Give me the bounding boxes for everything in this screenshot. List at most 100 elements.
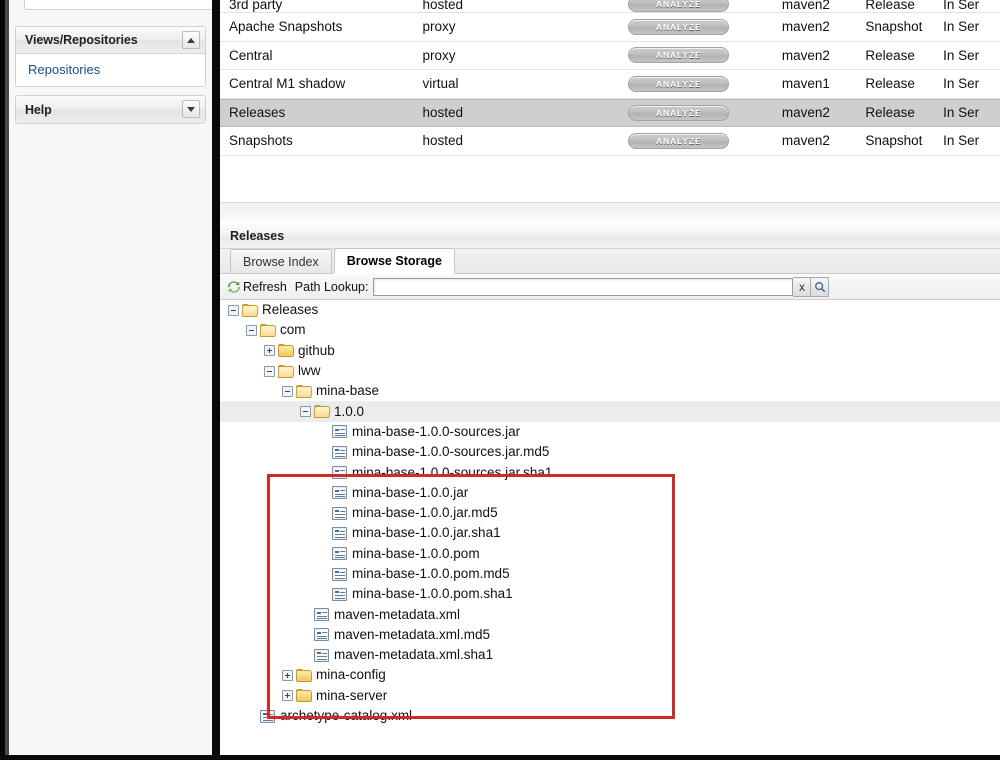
collapse-icon[interactable] xyxy=(282,385,293,397)
window-bottom-edge xyxy=(0,755,1000,760)
analyze-button[interactable]: ANALYZE xyxy=(628,104,730,121)
path-lookup-input[interactable] xyxy=(373,277,794,296)
views-repositories-header[interactable]: Views/Repositories xyxy=(16,27,205,54)
tree-node-label: mina-base-1.0.0-sources.jar.md5 xyxy=(352,444,550,460)
advanced-search-panel[interactable]: Advanced Search xyxy=(24,0,215,10)
views-repositories-panel: Views/Repositories Repositories xyxy=(15,26,206,87)
tree-node[interactable]: mina-base-1.0.0.jar.md5 xyxy=(220,503,1000,523)
analyze-button[interactable]: ANALYZE xyxy=(628,0,730,12)
repository-status-cell: In Ser xyxy=(943,76,980,92)
tab-browse-storage[interactable]: Browse Storage xyxy=(333,248,455,273)
file-icon xyxy=(332,526,347,540)
tree-node[interactable]: mina-base-1.0.0.jar xyxy=(220,483,1000,503)
folder-open-icon xyxy=(313,405,331,419)
refresh-label: Refresh xyxy=(243,279,287,294)
tree-node[interactable]: mina-base-1.0.0.pom xyxy=(220,544,1000,564)
collapse-icon[interactable] xyxy=(228,304,239,316)
repository-row[interactable]: Central proxy ANALYZE maven2 Release In Ser xyxy=(220,41,1000,70)
refresh-button[interactable]: Refresh xyxy=(227,280,287,294)
expand-icon[interactable] xyxy=(264,345,275,357)
collapse-icon[interactable] xyxy=(246,324,257,336)
repository-analyze-cell: ANALYZE xyxy=(628,0,782,12)
file-icon xyxy=(314,628,329,642)
clear-path-button[interactable]: x xyxy=(793,276,812,297)
tree-node[interactable]: Releases xyxy=(220,300,1000,320)
tree-node[interactable]: mina-base-1.0.0.jar.sha1 xyxy=(220,523,1000,543)
repository-row[interactable]: 3rd party hosted ANALYZE maven2 Release In Se… xyxy=(220,0,1000,13)
repository-name-cell: Central M1 shadow xyxy=(229,76,346,92)
tree-node[interactable]: mina-config xyxy=(220,665,1000,685)
tree-node-label: mina-base-1.0.0.jar.md5 xyxy=(352,505,498,521)
tree-node[interactable]: github xyxy=(220,341,1000,361)
tree-node-label: mina-base-1.0.0.pom xyxy=(352,545,480,561)
tree-node[interactable]: mina-base-1.0.0.pom.sha1 xyxy=(220,584,1000,604)
help-panel: Help xyxy=(15,95,206,124)
analyze-button[interactable]: ANALYZE xyxy=(628,47,730,64)
repository-type-cell: proxy xyxy=(422,47,456,63)
sidebar: Advanced Search Views/Repositories Repos… xyxy=(9,0,215,760)
file-icon xyxy=(332,486,347,500)
repository-status-cell: In Ser xyxy=(943,133,980,149)
tree-node-label: mina-base xyxy=(316,383,380,399)
chevron-down-icon[interactable] xyxy=(182,100,200,118)
repository-row[interactable]: Central M1 shadow virtual ANALYZE maven1 Rel… xyxy=(220,70,1000,99)
repository-policy-cell: Release xyxy=(865,47,915,63)
repository-name-cell: Central xyxy=(229,47,273,63)
tree-node[interactable]: mina-server xyxy=(220,686,1000,706)
chevron-up-icon[interactable] xyxy=(182,31,200,49)
repository-format-cell: maven2 xyxy=(781,0,830,12)
repository-format-cell: maven2 xyxy=(781,47,830,63)
repository-grid: 3rd party hosted ANALYZE maven2 Release In Se… xyxy=(220,0,1000,202)
tree-node[interactable]: archetype-catalog.xml xyxy=(220,706,1000,726)
tree-node[interactable]: maven-metadata.xml.md5 xyxy=(220,625,1000,645)
tree-node-label: mina-base-1.0.0.pom.sha1 xyxy=(352,586,513,602)
repository-row[interactable]: Apache Snapshots proxy ANALYZE maven2 Snapsh… xyxy=(220,13,1000,42)
tree-node[interactable]: mina-base-1.0.0-sources.jar xyxy=(220,422,1000,442)
collapse-icon[interactable] xyxy=(300,406,311,418)
repository-policy-cell: Release xyxy=(865,105,915,121)
tree-node[interactable]: maven-metadata.xml.sha1 xyxy=(220,645,1000,665)
tree-node-label: mina-base-1.0.0-sources.jar xyxy=(352,423,521,439)
help-header[interactable]: Help xyxy=(16,96,205,123)
main-content: 3rd party hosted ANALYZE maven2 Release In Se… xyxy=(220,0,1000,760)
repository-detail-panel: Releases Browse Index Browse Storage Refr… xyxy=(220,224,1000,755)
tree-node[interactable]: maven-metadata.xml xyxy=(220,604,1000,624)
folder-open-icon xyxy=(295,384,313,398)
tree-node[interactable]: mina-base-1.0.0-sources.jar.sha1 xyxy=(220,462,1000,482)
sidebar-item-repositories[interactable]: Repositories xyxy=(16,59,205,80)
repository-row[interactable]: Snapshots hosted ANALYZE maven2 Snapshot In S… xyxy=(220,127,1000,156)
repository-type-cell: virtual xyxy=(422,76,459,92)
file-icon xyxy=(314,608,329,622)
tree-node[interactable]: lww xyxy=(220,361,1000,381)
tree-node[interactable]: mina-base-1.0.0.pom.md5 xyxy=(220,564,1000,584)
analyze-button[interactable]: ANALYZE xyxy=(628,132,730,149)
expand-icon[interactable] xyxy=(282,690,293,702)
tree-node-label: archetype-catalog.xml xyxy=(280,708,413,724)
tree-node[interactable]: mina-base xyxy=(220,381,1000,401)
repository-name-cell: 3rd party xyxy=(229,0,283,12)
tree-node-label: mina-config xyxy=(316,667,386,683)
tree-node[interactable]: com xyxy=(220,320,1000,340)
analyze-button[interactable]: ANALYZE xyxy=(628,75,730,92)
tree-node-label: 1.0.0 xyxy=(334,403,365,419)
repository-row[interactable]: Releases hosted ANALYZE maven2 Release In Ser xyxy=(220,98,1000,127)
file-icon xyxy=(260,709,275,723)
path-lookup-label: Path Lookup: xyxy=(294,279,369,294)
magnifier-icon[interactable] xyxy=(811,276,830,297)
collapse-icon[interactable] xyxy=(264,365,275,377)
repository-name-cell: Apache Snapshots xyxy=(229,19,343,35)
tab-browse-index[interactable]: Browse Index xyxy=(230,249,332,273)
tree-node[interactable]: mina-base-1.0.0-sources.jar.md5 xyxy=(220,442,1000,462)
analyze-button[interactable]: ANALYZE xyxy=(628,18,730,35)
tree-node[interactable]: 1.0.0 xyxy=(220,401,1000,422)
repository-status-cell: In Ser xyxy=(943,47,980,63)
file-icon xyxy=(314,648,329,662)
expand-icon[interactable] xyxy=(282,669,293,681)
